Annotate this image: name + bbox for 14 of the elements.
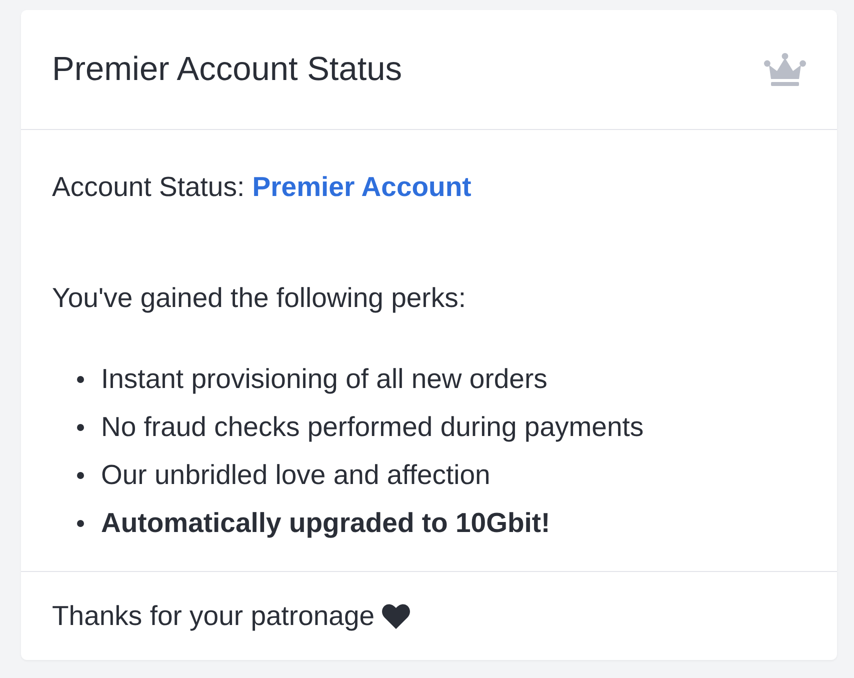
account-status-text: Account Status: Premier Account xyxy=(52,170,472,204)
heart-icon xyxy=(382,604,410,628)
footer-text: Thanks for your patronage xyxy=(52,599,375,633)
perk-text: Automatically upgraded to 10Gbit! xyxy=(101,506,550,540)
perks-intro-text: You've gained the following perks: xyxy=(52,281,467,315)
card-title: Premier Account Status xyxy=(52,50,402,90)
perk-text: Instant provisioning of all new orders xyxy=(101,362,548,396)
bullet-icon xyxy=(77,520,84,526)
perk-text: Our unbridled love and affection xyxy=(101,458,490,492)
crown-icon xyxy=(764,53,806,86)
bullet-icon xyxy=(77,376,84,382)
perk-text: No fraud checks performed during payments xyxy=(101,410,644,444)
bullet-icon xyxy=(77,472,84,478)
bullet-icon xyxy=(77,424,84,430)
